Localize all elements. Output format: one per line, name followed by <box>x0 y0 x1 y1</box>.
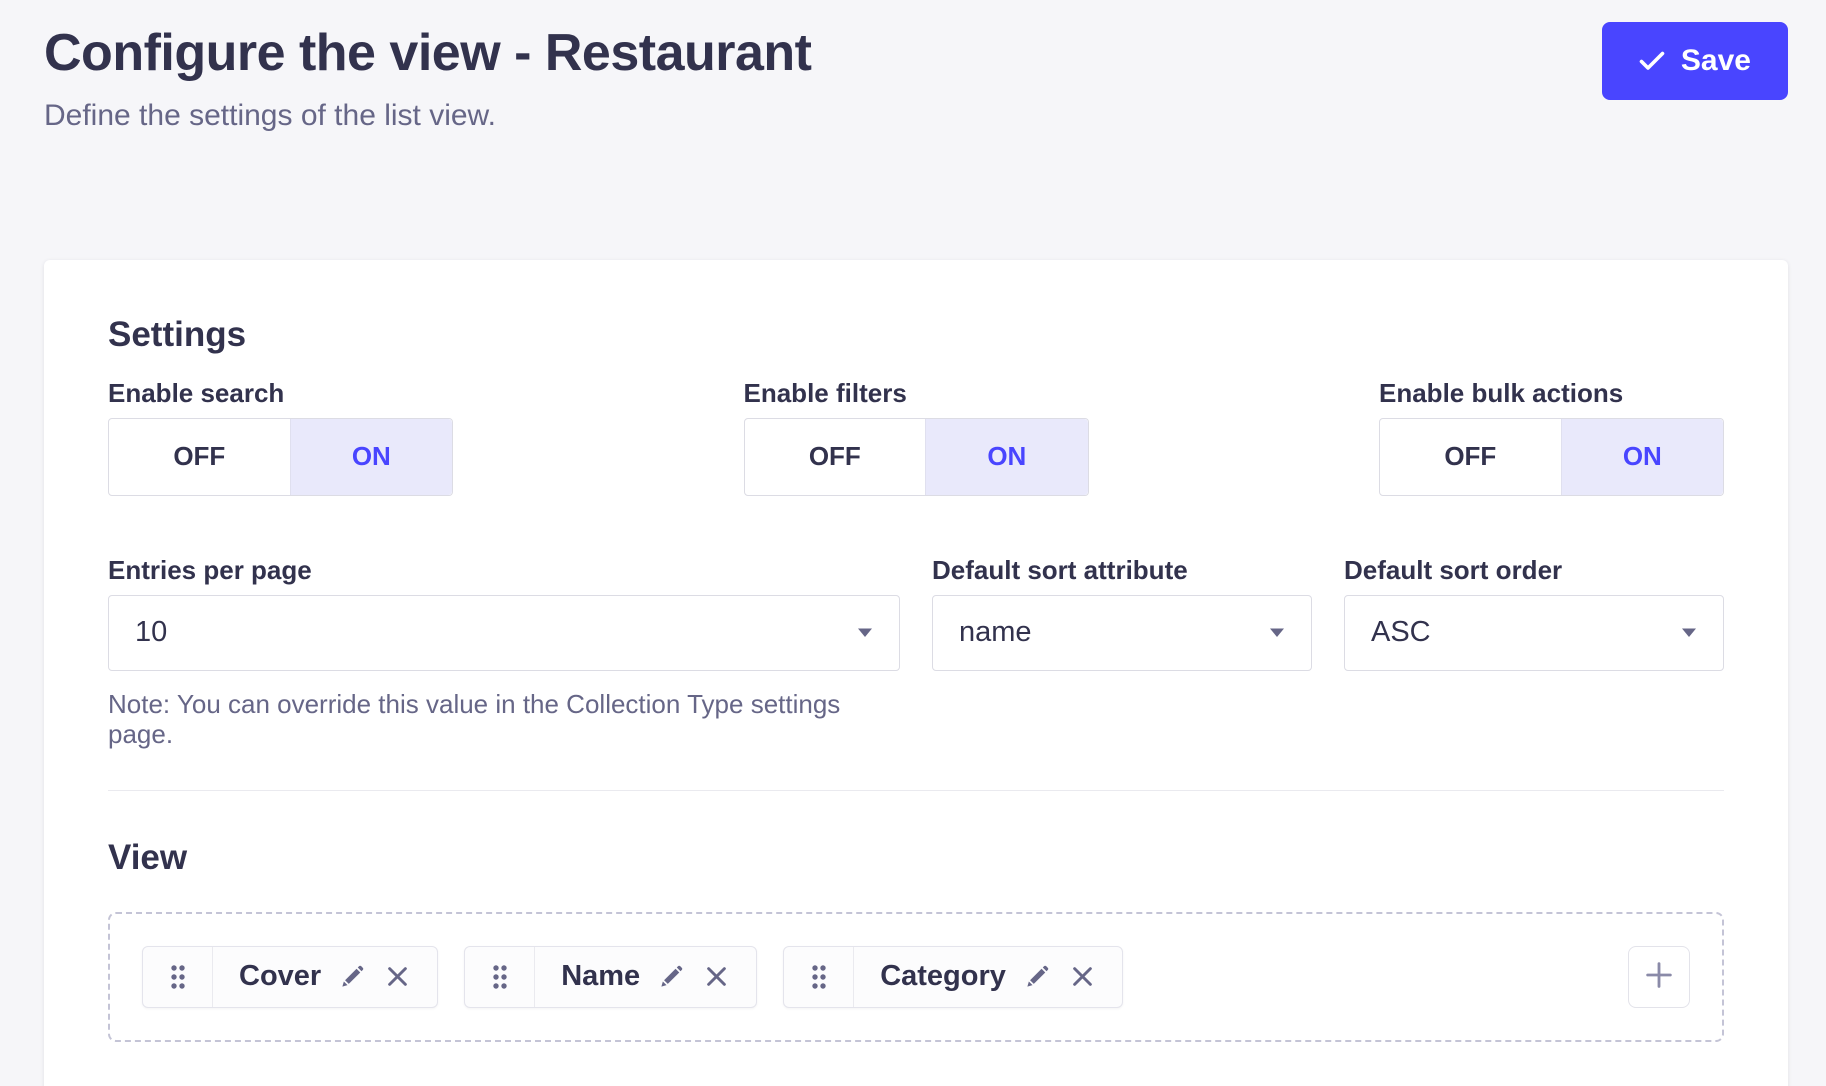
entries-per-page-field: Entries per page 10 Note: You can overri… <box>108 555 900 749</box>
default-sort-attribute-select[interactable]: name <box>932 595 1312 671</box>
drag-handle-icon[interactable] <box>784 947 854 1007</box>
default-sort-order-select[interactable]: ASC <box>1344 595 1724 671</box>
check-icon <box>1639 51 1665 71</box>
selects-row: Entries per page 10 Note: You can overri… <box>108 555 1724 749</box>
chip-body: Name <box>535 947 756 1007</box>
edit-icon[interactable] <box>658 963 685 990</box>
view-field-chip-category[interactable]: Category <box>783 946 1123 1008</box>
add-field-button[interactable] <box>1628 946 1690 1008</box>
enable-bulk-actions-toggle: OFF ON <box>1379 418 1724 496</box>
close-icon[interactable] <box>1069 963 1096 990</box>
enable-bulk-actions-label: Enable bulk actions <box>1379 378 1724 408</box>
default-sort-attribute-value: name <box>959 616 1032 649</box>
enable-filters-off-option[interactable]: OFF <box>745 419 926 495</box>
settings-heading: Settings <box>108 314 1724 356</box>
chevron-down-icon <box>1681 627 1697 638</box>
save-button[interactable]: Save <box>1602 22 1788 100</box>
drag-handle-icon[interactable] <box>465 947 535 1007</box>
view-heading: View <box>108 837 1724 879</box>
close-icon[interactable] <box>703 963 730 990</box>
page-title: Configure the view - Restaurant <box>44 24 812 84</box>
enable-filters-label: Enable filters <box>744 378 1089 408</box>
view-fields-dropzone: Cover Name <box>108 912 1724 1042</box>
entries-per-page-note: Note: You can override this value in the… <box>108 689 900 749</box>
enable-filters-field: Enable filters OFF ON <box>744 378 1089 496</box>
enable-filters-on-option[interactable]: ON <box>925 419 1087 495</box>
page-header: Configure the view - Restaurant Define t… <box>44 24 1788 134</box>
enable-bulk-actions-off-option[interactable]: OFF <box>1380 419 1561 495</box>
view-field-chip-cover[interactable]: Cover <box>142 946 438 1008</box>
drag-handle-icon[interactable] <box>143 947 213 1007</box>
edit-icon[interactable] <box>339 963 366 990</box>
entries-per-page-value: 10 <box>135 616 167 649</box>
view-field-chip-name[interactable]: Name <box>464 946 757 1008</box>
enable-filters-toggle: OFF ON <box>744 418 1089 496</box>
chip-label: Cover <box>239 960 321 993</box>
toggles-row: Enable search OFF ON Enable filters OFF … <box>108 378 1724 496</box>
chevron-down-icon <box>1269 627 1285 638</box>
enable-search-toggle: OFF ON <box>108 418 453 496</box>
default-sort-order-field: Default sort order ASC <box>1344 555 1724 749</box>
default-sort-order-value: ASC <box>1371 616 1431 649</box>
close-icon[interactable] <box>384 963 411 990</box>
enable-search-field: Enable search OFF ON <box>108 378 453 496</box>
entries-per-page-select[interactable]: 10 <box>108 595 900 671</box>
configure-view-page: Configure the view - Restaurant Define t… <box>0 0 1826 1086</box>
entries-per-page-label: Entries per page <box>108 555 900 585</box>
enable-search-on-option[interactable]: ON <box>290 419 452 495</box>
save-button-label: Save <box>1681 44 1751 78</box>
chevron-down-icon <box>857 627 873 638</box>
default-sort-attribute-field: Default sort attribute name <box>932 555 1312 749</box>
page-header-text: Configure the view - Restaurant Define t… <box>44 24 812 134</box>
enable-search-label: Enable search <box>108 378 453 408</box>
default-sort-attribute-label: Default sort attribute <box>932 555 1312 585</box>
enable-bulk-actions-on-option[interactable]: ON <box>1561 419 1723 495</box>
edit-icon[interactable] <box>1024 963 1051 990</box>
default-sort-order-label: Default sort order <box>1344 555 1724 585</box>
settings-card: Settings Enable search OFF ON Enable fil… <box>44 260 1788 1086</box>
enable-bulk-actions-field: Enable bulk actions OFF ON <box>1379 378 1724 496</box>
chip-label: Name <box>561 960 640 993</box>
section-divider <box>108 790 1724 791</box>
plus-icon <box>1642 958 1676 995</box>
enable-search-off-option[interactable]: OFF <box>109 419 290 495</box>
chip-label: Category <box>880 960 1006 993</box>
page-subtitle: Define the settings of the list view. <box>44 98 812 134</box>
chip-body: Category <box>854 947 1122 1007</box>
chip-body: Cover <box>213 947 437 1007</box>
